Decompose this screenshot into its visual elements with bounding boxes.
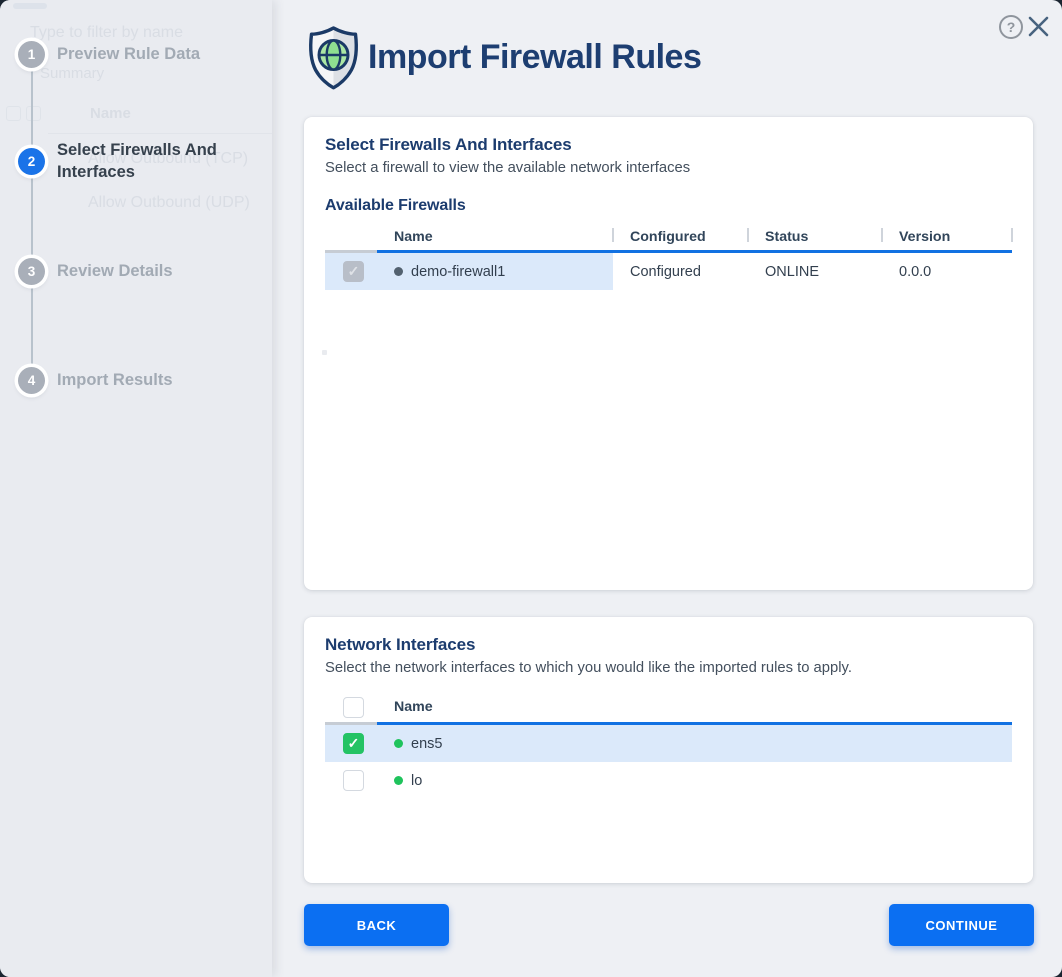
step-preview-rule-data[interactable]: 1 Preview Rule Data <box>18 41 235 68</box>
dialog-title: Import Firewall Rules <box>368 38 701 77</box>
step-number-badge: 2 <box>18 148 45 175</box>
background-rule-ghost: Allow Outbound (UDP) <box>88 194 250 212</box>
header-checkbox-cell <box>325 692 377 722</box>
background-filter-input-ghost: Type to filter by name <box>30 24 183 42</box>
available-firewalls-title: Available Firewalls <box>325 197 1012 215</box>
column-header-name: Name <box>377 692 1012 722</box>
continue-button[interactable]: CONTINUE <box>889 904 1034 946</box>
interfaces-table-header: Name <box>325 692 1012 722</box>
close-icon[interactable] <box>1027 15 1050 38</box>
column-header-name: Name <box>377 223 613 250</box>
step-number-badge: 3 <box>18 258 45 285</box>
step-review-details[interactable]: 3 Review Details <box>18 258 235 285</box>
background-divider-ghost <box>48 133 272 134</box>
step-label: Review Details <box>57 261 235 283</box>
step-label: Preview Rule Data <box>57 44 235 66</box>
interface-checkbox[interactable] <box>343 770 364 791</box>
row-checkbox-cell <box>325 725 377 762</box>
interface-name: ens5 <box>411 736 442 752</box>
row-name-cell: demo-firewall1 <box>377 253 613 290</box>
firewall-shield-globe-icon <box>305 24 362 92</box>
step-number-badge: 4 <box>18 367 45 394</box>
row-name-cell: lo <box>377 762 1012 799</box>
card-subheading: Select a firewall to view the available … <box>325 160 1012 176</box>
interface-row-ens5[interactable]: ens5 <box>325 725 1012 762</box>
firewall-row-checkbox <box>343 261 364 282</box>
step-import-results[interactable]: 4 Import Results <box>18 367 235 394</box>
firewalls-table: Name Configured Status Version demo-fire… <box>325 223 1012 290</box>
card-subheading: Select the network interfaces to which y… <box>325 660 1012 676</box>
help-glyph: ? <box>1007 19 1016 35</box>
row-checkbox-cell <box>325 762 377 799</box>
interfaces-table: Name ens5 lo <box>325 692 1012 799</box>
card-heading: Select Firewalls And Interfaces <box>325 135 1012 155</box>
background-checkbox-ghost <box>26 106 41 121</box>
firewall-status-dot-icon <box>394 267 403 276</box>
row-checkbox-cell <box>325 253 377 290</box>
step-label: Import Results <box>57 370 235 392</box>
stray-artifact-mark <box>322 350 327 355</box>
help-icon[interactable]: ? <box>999 15 1023 39</box>
background-ghost-tab <box>13 3 47 9</box>
interface-status-dot-icon <box>394 776 403 785</box>
interface-checkbox[interactable] <box>343 733 364 754</box>
select-firewalls-card: Select Firewalls And Interfaces Select a… <box>304 117 1033 590</box>
network-interfaces-card: Network Interfaces Select the network in… <box>304 617 1033 883</box>
row-status-cell: ONLINE <box>748 253 882 290</box>
column-header-version: Version <box>882 223 1012 250</box>
select-all-checkbox[interactable] <box>343 697 364 718</box>
interface-status-dot-icon <box>394 739 403 748</box>
header-checkbox-spacer <box>325 223 377 250</box>
back-button[interactable]: BACK <box>304 904 449 946</box>
row-configured-cell: Configured <box>613 253 748 290</box>
wizard-stepper-sidebar: Type to filter by name Summary Name Allo… <box>0 0 272 977</box>
background-checkbox-ghost <box>6 106 21 121</box>
background-name-header-ghost: Name <box>90 105 131 122</box>
card-heading: Network Interfaces <box>325 635 1012 655</box>
interface-row-lo[interactable]: lo <box>325 762 1012 799</box>
stepper-connector-line <box>31 55 33 381</box>
column-header-configured: Configured <box>613 223 748 250</box>
import-firewall-rules-dialog: Type to filter by name Summary Name Allo… <box>0 0 1062 977</box>
firewalls-table-header: Name Configured Status Version <box>325 223 1012 250</box>
interface-name: lo <box>411 773 422 789</box>
row-name-cell: ens5 <box>377 725 1012 762</box>
step-label: Select Firewalls And Interfaces <box>57 140 235 184</box>
step-number-badge: 1 <box>18 41 45 68</box>
column-header-status: Status <box>748 223 882 250</box>
firewall-name: demo-firewall1 <box>411 264 505 280</box>
row-version-cell: 0.0.0 <box>882 253 1012 290</box>
firewall-row-demo-firewall1[interactable]: demo-firewall1 Configured ONLINE 0.0.0 <box>325 253 1012 290</box>
step-select-firewalls-and-interfaces[interactable]: 2 Select Firewalls And Interfaces <box>18 140 235 184</box>
